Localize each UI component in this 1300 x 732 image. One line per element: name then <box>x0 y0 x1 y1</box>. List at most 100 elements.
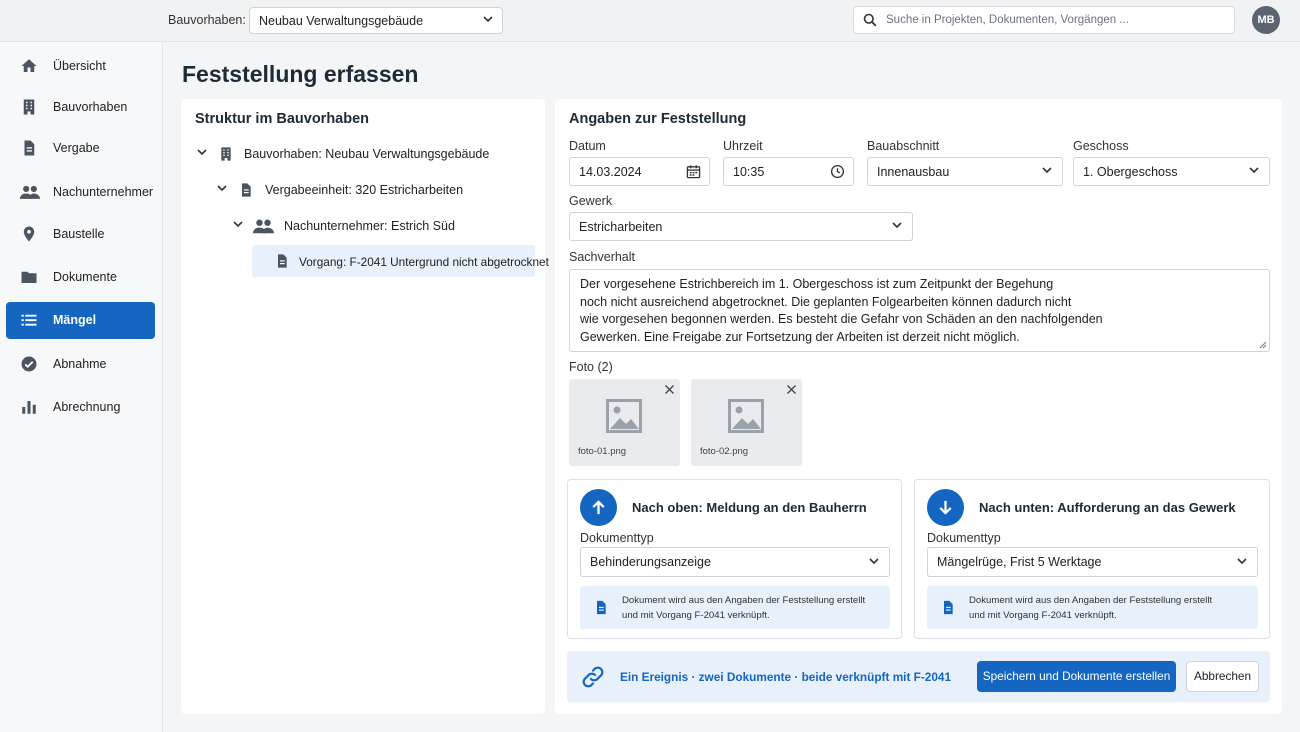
chevron-down-icon <box>1249 167 1259 174</box>
info-box: Dokument wird aus den Angaben der Festst… <box>580 586 890 629</box>
sachverhalt-textarea[interactable]: Der vorgesehene Estrichbereich im 1. Obe… <box>569 269 1270 352</box>
sidebar-item-label: Abrechnung <box>53 400 121 414</box>
dokumenttyp-label: Dokumenttyp <box>927 531 1001 545</box>
dokumenttyp-select[interactable]: Behinderungsanzeige <box>580 547 890 577</box>
cancel-button[interactable]: Abbrechen <box>1186 661 1259 692</box>
sidebar-item-label: Nachunternehmer <box>53 185 154 199</box>
info-text: Dokument wird aus den Angaben der Festst… <box>969 594 1212 623</box>
gewerk-value: Estricharbeiten <box>579 220 663 234</box>
tree-node-nachunternehmer[interactable]: Nachunternehmer: Estrich Süd <box>195 211 535 241</box>
resize-handle-icon[interactable] <box>1259 341 1267 349</box>
home-icon <box>21 59 37 72</box>
close-icon[interactable] <box>664 384 675 395</box>
gewerk-label: Gewerk <box>569 194 613 208</box>
tree-node-label: Nachunternehmer: Estrich Süd <box>284 219 455 233</box>
arrow-up-icon <box>592 500 605 515</box>
structure-title: Struktur im Bauvorhaben <box>195 111 370 127</box>
sidebar-item-uebersicht[interactable]: Übersicht <box>6 48 155 85</box>
info-text: Dokument wird aus den Angaben der Festst… <box>622 594 865 623</box>
chevron-down-icon <box>1042 167 1052 174</box>
clock-icon[interactable] <box>830 164 845 179</box>
sidebar-item-abrechnung[interactable]: Abrechnung <box>6 389 155 426</box>
document-icon <box>597 600 606 615</box>
dokumenttyp-value: Behinderungsanzeige <box>590 555 711 569</box>
people-icon <box>253 219 274 234</box>
link-icon <box>582 666 604 688</box>
document-icon <box>242 183 251 197</box>
info-line: und mit Vorgang F-2041 verknüpft. <box>622 609 770 621</box>
sidebar-item-label: Dokumente <box>53 270 117 284</box>
sidebar-item-dokumente[interactable]: Dokumente <box>6 259 155 296</box>
chevron-down-icon <box>869 558 879 565</box>
sidebar-item-label: Abnahme <box>53 357 107 371</box>
sachverhalt-label: Sachverhalt <box>569 250 636 264</box>
document-icon <box>944 600 953 615</box>
bauabschnitt-select[interactable]: Innenausbau <box>867 157 1063 186</box>
sidebar-item-nachunternehmer[interactable]: Nachunternehmer <box>6 174 155 211</box>
building-icon <box>23 99 35 115</box>
close-icon[interactable] <box>786 384 797 395</box>
photo-thumbnail[interactable]: foto-01.png <box>569 379 680 466</box>
chevron-down-icon <box>892 222 902 229</box>
geschoss-select[interactable]: 1. Obergeschoss <box>1073 157 1270 186</box>
tree-node-label: Vergabeeinheit: 320 Estricharbeiten <box>265 183 464 197</box>
dokumenttyp-select[interactable]: Mängelrüge, Frist 5 Werktage <box>927 547 1258 577</box>
document-icon <box>24 140 35 156</box>
uhrzeit-label: Uhrzeit <box>723 139 763 153</box>
check-circle-icon <box>21 356 37 372</box>
tree-node-vergabeeinheit[interactable]: Vergabeeinheit: 320 Estricharbeiten <box>195 175 535 205</box>
chevron-down-icon[interactable] <box>233 221 243 228</box>
bauabschnitt-value: Innenausbau <box>877 165 950 179</box>
sidebar-item-abnahme[interactable]: Abnahme <box>6 346 155 383</box>
sidebar-item-maengel[interactable]: Mängel <box>6 302 155 339</box>
project-select[interactable]: Neubau Verwaltungsgebäude <box>249 7 503 34</box>
user-avatar[interactable]: MB <box>1252 6 1280 34</box>
building-icon <box>221 147 231 161</box>
search-icon <box>863 13 877 27</box>
sidebar-item-label: Mängel <box>53 313 97 327</box>
chevron-down-icon[interactable] <box>217 185 227 192</box>
info-line: und mit Vorgang F-2041 verknüpft. <box>969 609 1117 621</box>
chevron-down-icon <box>483 16 493 23</box>
geschoss-value: 1. Obergeschoss <box>1083 165 1178 179</box>
search-input[interactable]: Suche in Projekten, Dokumenten, Vorgänge… <box>853 6 1235 34</box>
card-meldung-bauherr: Nach oben: Meldung an den Bauherrn Dokum… <box>567 479 902 639</box>
sidebar-item-label: Übersicht <box>53 59 106 73</box>
photo-filename: foto-02.png <box>700 446 749 457</box>
document-icon <box>278 254 287 268</box>
tree-node-bauvorhaben[interactable]: Bauvorhaben: Neubau Verwaltungsgebäude <box>195 139 535 169</box>
sachverhalt-line: noch nicht ausreichend abgetrocknet. Die… <box>580 294 1072 309</box>
chevron-down-icon[interactable] <box>197 149 207 156</box>
tree-node-vorgang[interactable]: Vorgang: F-2041 Untergrund nicht abgetro… <box>252 245 549 277</box>
calendar-icon[interactable] <box>686 164 701 179</box>
summary-text: Ein Ereignis · zwei Dokumente · beide ve… <box>620 670 952 684</box>
card-title: Nach unten: Aufforderung an das Gewerk <box>979 500 1236 515</box>
arrow-up-badge <box>580 489 617 526</box>
tree-node-label: Vorgang: F-2041 Untergrund nicht abgetro… <box>299 255 549 269</box>
image-placeholder-icon <box>728 399 764 433</box>
geschoss-label: Geschoss <box>1073 139 1129 153</box>
card-title: Nach oben: Meldung an den Bauherrn <box>632 500 867 515</box>
dokumenttyp-value: Mängelrüge, Frist 5 Werktage <box>937 555 1102 569</box>
gewerk-select[interactable]: Estricharbeiten <box>569 212 913 241</box>
sidebar-item-bauvorhaben[interactable]: Bauvorhaben <box>6 89 155 126</box>
photo-thumbnail[interactable]: foto-02.png <box>691 379 802 466</box>
arrow-down-icon <box>939 500 952 515</box>
sidebar-item-vergabe[interactable]: Vergabe <box>6 130 155 167</box>
datum-value: 14.03.2024 <box>579 165 642 179</box>
list-icon <box>21 314 37 326</box>
uhrzeit-input[interactable]: 10:35 <box>723 157 854 186</box>
save-button[interactable]: Speichern und Dokumente erstellen <box>977 661 1176 692</box>
page-title: Feststellung erfassen <box>182 61 419 87</box>
datum-input[interactable]: 14.03.2024 <box>569 157 710 186</box>
project-label: Bauvorhaben: <box>168 13 246 27</box>
info-line: Dokument wird aus den Angaben der Festst… <box>969 595 1213 606</box>
sachverhalt-line: Der vorgesehene Estrichbereich im 1. Obe… <box>580 277 1054 291</box>
project-select-value: Neubau Verwaltungsgebäude <box>259 14 424 28</box>
sidebar-item-baustelle[interactable]: Baustelle <box>6 216 155 253</box>
tree-node-label: Bauvorhaben: Neubau Verwaltungsgebäude <box>244 147 490 161</box>
info-box: Dokument wird aus den Angaben der Festst… <box>927 586 1258 629</box>
info-line: Dokument wird aus den Angaben der Festst… <box>622 595 866 606</box>
datum-label: Datum <box>569 139 606 153</box>
photos-label: Foto (2) <box>569 360 613 374</box>
